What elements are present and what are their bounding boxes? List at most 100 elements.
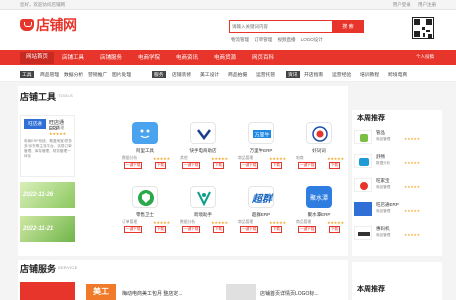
tool-card[interactable]: 聚水潭 聚水潭ERP 商品管理 ★★★★★ 一键下载 下载 <box>292 182 346 233</box>
submit-article-link[interactable]: 个人投稿 <box>416 54 434 60</box>
app-logo-icon <box>354 202 372 216</box>
download-button[interactable]: 一键下载 <box>182 226 201 233</box>
rating-stars: ★★★★★ <box>404 185 421 189</box>
subnav-item[interactable]: 图片处理 <box>112 71 131 78</box>
download-button[interactable]: 下载 <box>328 162 340 169</box>
wangdiantong-logo: 旺店通 <box>24 119 46 129</box>
featured-tool[interactable]: 旺店通 旺店通ERP 商品管理 ★★★★★ 电商ERP系统，覆盖淘宝/拼多多/京… <box>20 115 75 177</box>
jushuitan-icon: 聚水潭 <box>306 186 332 208</box>
download-button[interactable]: 一键下载 <box>124 162 143 169</box>
promo-banner[interactable]: 2022-11-26 <box>20 182 75 208</box>
subnav-item[interactable]: 跨境电商 <box>388 71 407 78</box>
site-logo[interactable]: 店铺网 <box>20 15 77 35</box>
tool-card[interactable]: 万里牛 万里牛ERP 商品管理 ★★★★★ 一键下载 下载 <box>234 118 288 169</box>
tool-meta: 商品管理 <box>238 220 254 224</box>
rating-stars: ★★★★★ <box>404 233 421 237</box>
recommend-meta: 数据分析 <box>376 161 391 165</box>
tag-tools: 工具 <box>20 71 34 78</box>
recommend-item[interactable]: 管品 商品管理 ★★★★★ <box>354 128 439 148</box>
recommend-item[interactable]: 旺家宝 商品管理 ★★★★★ <box>354 176 439 196</box>
nav-services[interactable]: 店铺服务 <box>100 53 122 61</box>
subnav-item[interactable]: 开店指南 <box>304 71 323 78</box>
subnav-item[interactable]: 营销推广 <box>88 71 107 78</box>
rating-stars: ★★★★★ <box>268 157 286 161</box>
svg-text:万里牛: 万里牛 <box>254 132 269 139</box>
download-button[interactable]: 下载 <box>212 226 224 233</box>
subnav-item[interactable]: 数据分析 <box>64 71 83 78</box>
subnav-item[interactable]: 商品拍摄 <box>228 71 247 78</box>
download-button[interactable]: 下载 <box>270 162 282 169</box>
nav-academy[interactable]: 电商学院 <box>138 53 160 61</box>
app-logo-icon <box>354 178 372 192</box>
logo-text: 店铺网 <box>36 17 77 33</box>
hot-link[interactable]: 物流管理 <box>231 37 249 42</box>
service-banner[interactable] <box>20 282 75 300</box>
recommend-item[interactable]: 舒畅 数据分析 ★★★★★ <box>354 152 439 172</box>
shop-bag-icon <box>20 19 34 31</box>
top-links: 用户登录 用户注册 <box>387 2 436 8</box>
tool-meta: 数据分析 <box>122 156 138 160</box>
download-button[interactable]: 下载 <box>154 162 166 169</box>
subnav-item[interactable]: 培训教程 <box>360 71 379 78</box>
nav-tools[interactable]: 店铺工具 <box>62 53 84 61</box>
download-button[interactable]: 下载 <box>212 162 224 169</box>
download-button[interactable]: 一键下载 <box>298 226 317 233</box>
shield-icon <box>132 186 158 208</box>
wanliniu-icon: 万里牛 <box>248 122 274 144</box>
search-input[interactable] <box>232 22 332 31</box>
tool-name: 聚水潭ERP <box>307 212 331 217</box>
subnav-item[interactable]: 美工设计 <box>200 71 219 78</box>
tool-card[interactable]: 跨境助手 数据分析 ★★★★★ 一键下载 下载 <box>176 182 230 233</box>
tool-card[interactable]: 阿里工具 数据分析 ★★★★★ 一键下载 下载 <box>118 118 172 169</box>
hot-link[interactable]: 视频直播 <box>278 37 296 42</box>
subnav-item[interactable]: 运营经验 <box>332 71 351 78</box>
service-thumb[interactable] <box>226 284 256 300</box>
tool-card[interactable]: 好词词 电商 ★★★★★ 一键下载 下载 <box>292 118 346 169</box>
service-thumb[interactable]: 美工 <box>86 284 116 300</box>
rating-stars: ★★★★★ <box>210 157 228 161</box>
subnav-item[interactable]: 店铺装修 <box>172 71 191 78</box>
promo-banner[interactable]: 2022-11-21 <box>20 216 75 242</box>
rating-stars: ★★★★★ <box>404 161 421 165</box>
rating-stars: ★★★★★ <box>210 221 228 225</box>
tool-name: 阿里工具 <box>136 148 154 153</box>
download-button[interactable]: 一键下载 <box>298 162 317 169</box>
service-title[interactable]: 梅动电商美工包月 整店定... <box>122 290 183 297</box>
blue-face-icon <box>132 122 158 144</box>
download-button[interactable]: 一键下载 <box>124 226 143 233</box>
download-button[interactable]: 一键下载 <box>240 226 259 233</box>
search-box: 搜 索 <box>229 19 364 33</box>
recommend-item[interactable]: 旺店通ERP 商品管理 ★★★★★ <box>354 200 439 220</box>
subnav-item[interactable]: 商品管理 <box>40 71 59 78</box>
featured-desc: 电商ERP系统，覆盖淘宝/拼多多/京东等主流平台，实现订单管理、库存管理、财务管… <box>24 139 72 158</box>
download-button[interactable]: 下载 <box>154 226 166 233</box>
services-title: 店铺服务 <box>20 264 57 274</box>
rating-stars: ★★★★★ <box>152 221 170 225</box>
download-button[interactable]: 下载 <box>328 226 340 233</box>
tool-card[interactable]: 快手电商助店 其他 ★★★★★ 一键下载 下载 <box>176 118 230 169</box>
recommend-meta: 商品管理 <box>376 137 391 141</box>
download-button[interactable]: 下载 <box>270 226 282 233</box>
qr-code-icon <box>412 17 434 39</box>
rating-stars: ★★★★★ <box>326 157 344 161</box>
register-link[interactable]: 用户注册 <box>418 2 436 7</box>
nav-home[interactable]: 网站首页 <box>20 52 55 64</box>
nav-wiki[interactable]: 网页百科 <box>252 53 274 61</box>
download-button[interactable]: 一键下载 <box>240 162 259 169</box>
cross-border-icon <box>190 186 216 208</box>
recommend-item[interactable]: 惠码机 商品管理 ★★★★★ <box>354 224 439 244</box>
tool-card[interactable]: 超群 超群ERP 商品管理 ★★★★★ 一键下载 下载 <box>234 182 288 233</box>
rating-stars: ★★★★★ <box>404 137 421 141</box>
subnav-item[interactable]: 运营托管 <box>256 71 275 78</box>
search-button[interactable]: 搜 索 <box>332 19 364 33</box>
service-title[interactable]: 店铺首页详情页LOGO标... <box>260 290 319 297</box>
sub-nav: 工具 商品管理 数据分析 营销推广 图片处理 服务 店铺装修 美工设计 商品拍摄… <box>0 65 456 82</box>
download-button[interactable]: 一键下载 <box>182 162 201 169</box>
hot-link[interactable]: LOGO设计 <box>301 37 323 42</box>
nav-news[interactable]: 电商资讯 <box>176 53 198 61</box>
login-link[interactable]: 用户登录 <box>393 2 411 7</box>
tool-card[interactable]: 零售卫士 订单管理 ★★★★★ 一键下载 下载 <box>118 182 172 233</box>
nav-sources[interactable]: 电商货源 <box>214 53 236 61</box>
hot-link[interactable]: 订单管理 <box>254 37 272 42</box>
recommend-name: 管品 <box>376 130 385 135</box>
